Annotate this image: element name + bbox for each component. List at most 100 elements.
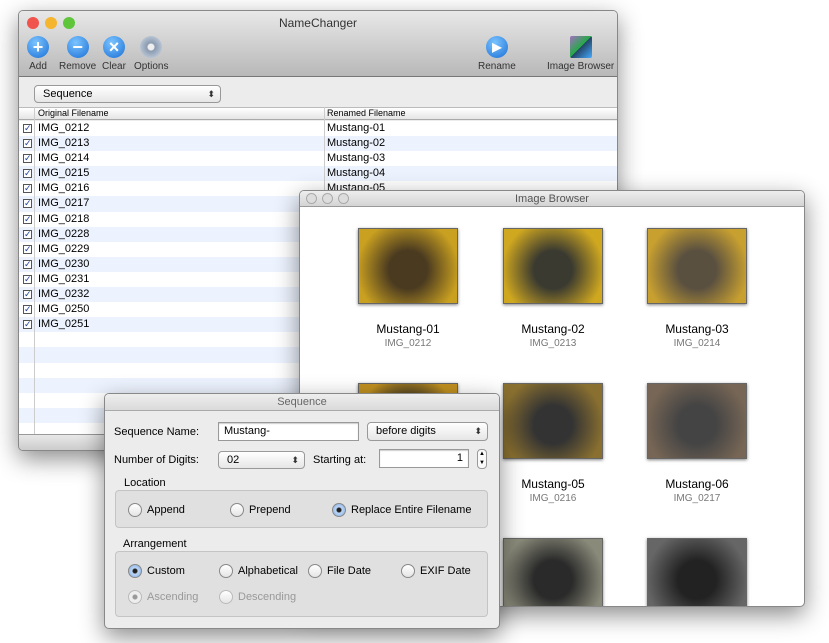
start-input[interactable]: 1 — [379, 449, 469, 468]
rename-button[interactable]: ▶ Rename — [478, 36, 516, 72]
original-filename: IMG_0216 — [38, 182, 90, 195]
original-filename: IMG_0251 — [38, 318, 90, 331]
new-name: Mustang-06 — [665, 477, 729, 491]
panel-title: Sequence — [105, 394, 499, 411]
start-stepper[interactable]: ▲ ▼ — [477, 449, 487, 469]
zoom-button[interactable] — [338, 193, 349, 204]
radio-file-date[interactable]: File Date — [308, 564, 371, 578]
renamed-filename: Mustang-03 — [327, 152, 386, 165]
thumbnail-image[interactable] — [647, 538, 747, 606]
radio-replace[interactable]: Replace Entire Filename — [332, 503, 471, 517]
radio-icon — [219, 590, 233, 604]
radio-icon — [128, 590, 142, 604]
original-filename: IMG_0218 — [38, 212, 90, 225]
minus-icon: − — [66, 36, 89, 58]
column-renamed[interactable]: Renamed Filename — [327, 108, 406, 118]
row-checkbox[interactable]: ✓ — [23, 274, 32, 284]
mode-select[interactable]: Sequence — [34, 85, 221, 103]
arrangement-label: Arrangement — [123, 538, 187, 550]
image-browser-icon — [569, 36, 592, 58]
plus-icon: + — [27, 36, 49, 58]
table-row[interactable]: ✓ IMG_0215 Mustang-04 — [19, 166, 617, 182]
radio-ascending[interactable]: Ascending — [128, 590, 198, 604]
original-name: IMG_0214 — [673, 338, 721, 349]
table-row[interactable]: ✓ IMG_0212 Mustang-01 — [19, 121, 617, 136]
original-filename: IMG_0230 — [38, 257, 90, 270]
radio-custom[interactable]: Custom — [128, 564, 185, 578]
toolbar: NameChanger + Add − Remove × Clear Options … — [19, 11, 617, 77]
original-filename: IMG_0229 — [38, 242, 90, 255]
radio-label: EXIF Date — [420, 565, 471, 577]
row-checkbox[interactable]: ✓ — [23, 259, 32, 269]
image-item[interactable]: Mustang-05 IMG_0216 — [488, 383, 618, 504]
radio-icon — [128, 564, 142, 578]
row-checkbox[interactable]: ✓ — [23, 244, 32, 254]
row-checkbox[interactable]: ✓ — [23, 229, 32, 239]
position-select[interactable]: before digits — [367, 422, 488, 441]
column-original[interactable]: Original Filename — [38, 108, 109, 118]
location-label: Location — [124, 477, 166, 489]
radio-icon — [128, 503, 142, 517]
thumbnail-image[interactable] — [647, 228, 747, 304]
image-item[interactable]: Mustang-03 IMG_0214 — [632, 228, 762, 349]
browser-title: Image Browser — [515, 193, 589, 205]
digits-label: Number of Digits: — [114, 454, 199, 466]
remove-label: Remove — [59, 61, 97, 72]
thumbnail-image[interactable] — [503, 383, 603, 459]
original-filename: IMG_0217 — [38, 197, 90, 210]
radio-exif-date[interactable]: EXIF Date — [401, 564, 471, 578]
radio-label: Descending — [238, 591, 297, 603]
radio-append[interactable]: Append — [128, 503, 185, 517]
minimize-button[interactable] — [322, 193, 333, 204]
rename-label: Rename — [478, 61, 516, 72]
original-filename: IMG_0212 — [38, 122, 90, 134]
row-checkbox[interactable]: ✓ — [23, 214, 32, 224]
row-checkbox[interactable]: ✓ — [23, 290, 32, 300]
close-button[interactable] — [306, 193, 317, 204]
remove-button[interactable]: − Remove — [59, 36, 96, 72]
gear-icon — [140, 36, 163, 58]
row-checkbox[interactable]: ✓ — [23, 184, 32, 194]
row-checkbox[interactable]: ✓ — [23, 124, 32, 133]
original-name: IMG_0217 — [673, 493, 721, 504]
new-name: Mustang-01 — [376, 322, 440, 336]
row-checkbox[interactable]: ✓ — [23, 139, 32, 149]
arrangement-group: Custom Alphabetical File Date EXIF Date … — [115, 551, 488, 617]
image-item[interactable]: Mustang-06 IMG_0217 — [632, 383, 762, 504]
radio-prepend[interactable]: Prepend — [230, 503, 291, 517]
divider — [34, 107, 35, 434]
row-checkbox[interactable]: ✓ — [23, 305, 32, 315]
new-name: Mustang-03 — [665, 322, 729, 336]
row-checkbox[interactable]: ✓ — [23, 154, 32, 164]
radio-descending[interactable]: Descending — [219, 590, 296, 604]
thumbnail-image[interactable] — [647, 383, 747, 459]
add-button[interactable]: + Add — [27, 36, 49, 72]
start-label: Starting at: — [313, 454, 367, 466]
new-name: Mustang-02 — [521, 322, 585, 336]
image-browser-button[interactable]: Image Browser — [547, 36, 614, 72]
x-icon: × — [102, 36, 125, 58]
image-browser-label: Image Browser — [547, 61, 615, 72]
digits-select[interactable]: 02 — [218, 451, 305, 469]
window-controls — [306, 193, 349, 204]
radio-alphabetical[interactable]: Alphabetical — [219, 564, 298, 578]
options-button[interactable]: Options — [134, 36, 168, 72]
original-name: IMG_0212 — [384, 338, 432, 349]
thumbnail-image[interactable] — [503, 538, 603, 606]
image-item[interactable]: Mustang-02 IMG_0213 — [488, 228, 618, 349]
radio-icon — [308, 564, 322, 578]
table-row[interactable]: ✓ IMG_0213 Mustang-02 — [19, 136, 617, 152]
thumbnail-image[interactable] — [503, 228, 603, 304]
table-row[interactable]: ✓ IMG_0214 Mustang-03 — [19, 151, 617, 166]
sequence-name-label: Sequence Name: — [114, 426, 199, 438]
row-checkbox[interactable]: ✓ — [23, 169, 32, 179]
row-checkbox[interactable]: ✓ — [23, 199, 32, 209]
image-item[interactable] — [488, 538, 618, 606]
row-checkbox[interactable]: ✓ — [23, 320, 32, 330]
image-item[interactable] — [632, 538, 762, 606]
clear-button[interactable]: × Clear — [102, 36, 126, 72]
thumbnail-image[interactable] — [358, 228, 458, 304]
radio-label: Append — [147, 504, 185, 516]
sequence-name-input[interactable]: Mustang- — [218, 422, 359, 441]
image-item[interactable]: Mustang-01 IMG_0212 — [343, 228, 473, 349]
